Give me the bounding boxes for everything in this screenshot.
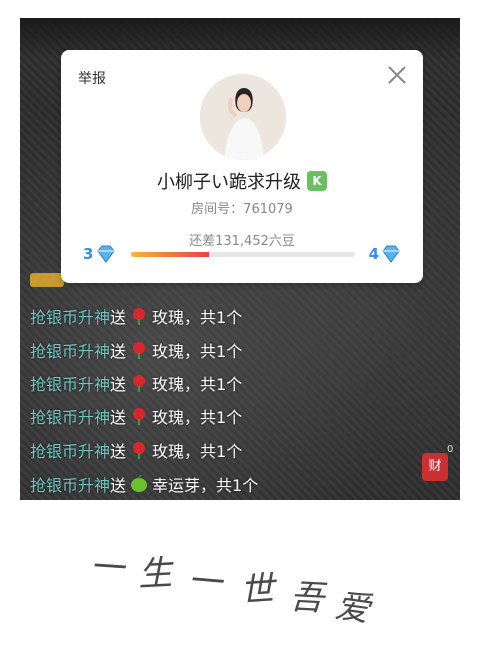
chat-gift-text: 幸运芽，共1个 [152, 476, 259, 495]
caption-char: 爱 [332, 585, 373, 631]
chat-message: 抢银币升神送 玫瑰，共1个 [30, 371, 242, 395]
level-progress: 3 4 [83, 244, 401, 266]
rose-icon [133, 308, 146, 325]
chat-message: 抢银币升神送 幸运芽，共1个 [30, 472, 258, 496]
rose-icon [133, 375, 146, 392]
chat-verb: 送 [110, 476, 127, 495]
caption-char: 一 [186, 560, 224, 604]
chat-message: 抢银币升神送 玫瑰，共1个 [30, 404, 242, 428]
chat-username[interactable]: 抢银币升神 [30, 442, 110, 461]
rose-icon [133, 342, 146, 359]
chat-verb: 送 [110, 342, 127, 361]
chat-gift-text: 玫瑰，共1个 [152, 375, 243, 394]
fortune-button[interactable]: 财 [422, 453, 448, 481]
current-level: 3 [83, 245, 94, 263]
chat-verb: 送 [110, 442, 127, 461]
progress-track [131, 252, 355, 257]
diamond-icon [382, 245, 400, 263]
chat-gift-text: 玫瑰，共1个 [152, 342, 243, 361]
level-badge-icon: K [307, 171, 327, 191]
caption-char: 吾 [288, 577, 325, 619]
rose-icon [133, 408, 146, 425]
diamond-icon [97, 245, 115, 263]
chat-message: 抢银币升神送 玫瑰，共1个 [30, 304, 242, 328]
next-level: 4 [368, 245, 379, 263]
fortune-count: 0 [447, 444, 454, 455]
close-icon[interactable] [385, 63, 409, 87]
avatar[interactable] [200, 74, 286, 160]
chat-verb: 送 [110, 308, 127, 327]
chat-username[interactable]: 抢银币升神 [30, 408, 110, 427]
caption-char: 世 [238, 568, 276, 612]
chat-message: 抢银币升神送 玫瑰，共1个 [30, 338, 242, 362]
chat-gift-text: 玫瑰，共1个 [152, 308, 243, 327]
chat-username[interactable]: 抢银币升神 [30, 476, 110, 495]
chat-message: 抢银币升神送 玫瑰，共1个 [30, 438, 242, 462]
chat-verb: 送 [110, 408, 127, 427]
caption-char: 一 [88, 546, 126, 590]
report-button[interactable]: 举报 [78, 68, 106, 88]
chat-gift-text: 玫瑰，共1个 [152, 408, 243, 427]
rose-icon [133, 442, 146, 459]
chat-username[interactable]: 抢银币升神 [30, 342, 110, 361]
caption-char: 生 [137, 553, 174, 595]
room-number: 房间号：761079 [191, 202, 293, 217]
nickname: 小柳子い跪求升级 [157, 172, 301, 193]
progress-fill [131, 252, 210, 257]
user-profile-popup: 举报 小柳子い跪求升级 K 房间号：761079 还差131,452六豆 3 4 [61, 50, 423, 283]
avatar-image [200, 74, 286, 160]
chat-username[interactable]: 抢银币升神 [30, 375, 110, 394]
chat-username[interactable]: 抢银币升神 [30, 308, 110, 327]
chat-verb: 送 [110, 375, 127, 394]
nickname-row: 小柳子い跪求升级 K [61, 168, 423, 194]
caption: 一 生 一 世 吾 爱 [88, 540, 410, 640]
chat-gift-text: 玫瑰，共1个 [152, 442, 243, 461]
lucky-sprout-icon [131, 474, 148, 492]
